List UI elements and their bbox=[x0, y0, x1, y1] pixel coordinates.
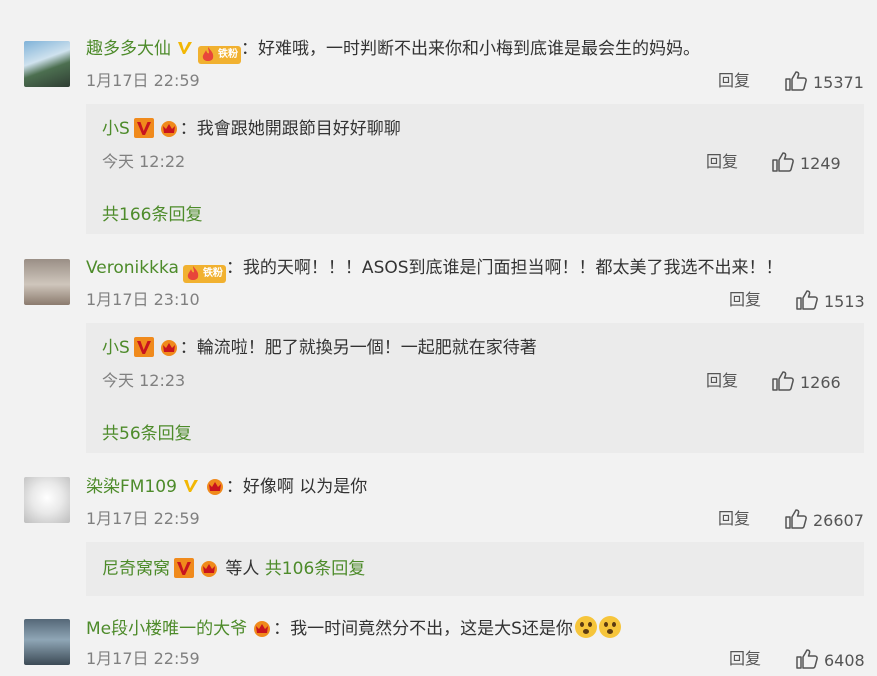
verified-v-icon bbox=[183, 480, 198, 492]
verified-v-icon bbox=[178, 42, 192, 54]
like-button[interactable]: 1266 bbox=[772, 371, 841, 393]
comment-line: Me段小楼唯一的大爷 ：我一时间竟然分不出，这是大S还是你 bbox=[86, 616, 621, 640]
username-link[interactable]: 趣多多大仙 bbox=[86, 39, 171, 59]
reply-timestamp: 今天 12:23 bbox=[102, 371, 186, 390]
username-link[interactable]: 染染FM109 bbox=[86, 477, 177, 497]
comment-text: ：我的天啊！！！ASOS到底谁是门面担当啊！！都太美了我选不出来！！ bbox=[225, 258, 783, 278]
username-link[interactable]: Me段小楼唯一的大爷 bbox=[86, 619, 247, 639]
comment-line: Veronikkka 铁粉 ：我的天啊！！！ASOS到底谁是门面担当啊！！都太美了我… bbox=[86, 257, 783, 283]
comment-text: ：好难哦，一时判断不出来你和小梅到底谁是最会生的妈妈。 bbox=[241, 39, 700, 59]
thumbs-up-icon bbox=[785, 509, 807, 529]
more-replies-link[interactable]: 共56条回复 bbox=[102, 419, 192, 444]
reply-button[interactable]: 回复 bbox=[706, 152, 738, 172]
reply-summary-box: 尼奇窝窝 等人 共106条回复 bbox=[86, 542, 864, 596]
vip-crown-icon bbox=[160, 340, 177, 356]
reply-username-link[interactable]: 尼奇窝窝 bbox=[102, 559, 170, 579]
comment-timestamp: 1月17日 22:59 bbox=[86, 71, 200, 90]
verified-v-icon bbox=[174, 558, 194, 578]
reply-button[interactable]: 回复 bbox=[718, 509, 750, 529]
comment-text: ：好像啊 以为是你 bbox=[225, 477, 368, 497]
comment-timestamp: 1月17日 22:59 bbox=[86, 509, 200, 528]
vip-crown-icon bbox=[201, 561, 217, 577]
vip-crown-icon bbox=[254, 621, 271, 637]
avatar[interactable] bbox=[24, 259, 70, 305]
comment-timestamp: 1月17日 22:59 bbox=[86, 649, 200, 668]
more-replies-link[interactable]: 共166条回复 bbox=[102, 200, 202, 225]
thumbs-up-icon bbox=[772, 371, 794, 391]
vip-crown-icon bbox=[206, 479, 223, 495]
like-count: 6408 bbox=[824, 651, 865, 670]
like-count: 1266 bbox=[800, 373, 841, 392]
reply-username-link[interactable]: 小S bbox=[102, 119, 130, 139]
reply-line: 小S ：我會跟她開跟節目好好聊聊 bbox=[102, 118, 401, 140]
comment-list: 趣多多大仙 铁粉 ：好难哦，一时判断不出来你和小梅到底谁是最会生的妈妈。 1月17日… bbox=[0, 0, 877, 676]
avatar[interactable] bbox=[24, 477, 70, 523]
reply-username-link[interactable]: 小S bbox=[102, 338, 130, 358]
more-replies-link[interactable]: 共106条回复 bbox=[265, 559, 365, 579]
like-count: 26607 bbox=[813, 511, 864, 530]
fire-icon bbox=[202, 47, 214, 61]
comment-text: ：我一时间竟然分不出，这是大S还是你 bbox=[273, 619, 573, 639]
reply-text: ：我會跟她開跟節目好好聊聊 bbox=[179, 119, 401, 139]
fan-medal-badge: 铁粉 bbox=[198, 46, 241, 64]
like-count: 1249 bbox=[800, 154, 841, 173]
like-count: 1513 bbox=[824, 292, 865, 311]
thumbs-up-icon bbox=[796, 649, 818, 669]
reply-summary-line: 尼奇窝窝 等人 共106条回复 bbox=[102, 558, 365, 580]
username-link[interactable]: Veronikkka bbox=[86, 258, 179, 278]
surprised-emoji-icon bbox=[574, 616, 597, 638]
surprised-emoji-icon bbox=[598, 616, 621, 638]
avatar[interactable] bbox=[24, 619, 70, 665]
avatar[interactable] bbox=[24, 41, 70, 87]
reply-box: 小S ：我會跟她開跟節目好好聊聊 今天 12:22 回复 1249 共166条回复 bbox=[86, 104, 864, 234]
thumbs-up-icon bbox=[785, 71, 807, 91]
reply-box: 小S ：輪流啦！肥了就換另一個！一起肥就在家待著 今天 12:23 回复 1266… bbox=[86, 323, 864, 453]
reply-button[interactable]: 回复 bbox=[729, 290, 761, 310]
fan-medal-badge: 铁粉 bbox=[182, 265, 226, 283]
fire-icon bbox=[187, 266, 199, 280]
reply-button[interactable]: 回复 bbox=[729, 649, 761, 669]
like-button[interactable]: 26607 bbox=[785, 509, 864, 531]
reply-button[interactable]: 回复 bbox=[718, 71, 750, 91]
like-count: 15371 bbox=[813, 73, 864, 92]
like-button[interactable]: 1513 bbox=[796, 290, 865, 312]
reply-text: ：輪流啦！肥了就換另一個！一起肥就在家待著 bbox=[179, 338, 537, 358]
comment-timestamp: 1月17日 23:10 bbox=[86, 290, 200, 309]
vip-crown-icon bbox=[160, 121, 177, 137]
thumbs-up-icon bbox=[796, 290, 818, 310]
reply-button[interactable]: 回复 bbox=[706, 371, 738, 391]
thumbs-up-icon bbox=[772, 152, 794, 172]
reply-line: 小S ：輪流啦！肥了就換另一個！一起肥就在家待著 bbox=[102, 337, 537, 359]
comment-line: 趣多多大仙 铁粉 ：好难哦，一时判断不出来你和小梅到底谁是最会生的妈妈。 bbox=[86, 38, 700, 64]
verified-v-icon bbox=[133, 118, 154, 138]
like-button[interactable]: 15371 bbox=[785, 71, 864, 93]
reply-timestamp: 今天 12:22 bbox=[102, 152, 186, 171]
verified-v-icon bbox=[133, 337, 154, 357]
comment-line: 染染FM109 ：好像啊 以为是你 bbox=[86, 476, 367, 498]
like-button[interactable]: 6408 bbox=[796, 649, 865, 671]
reply-summary-text: 等人 bbox=[225, 559, 260, 579]
like-button[interactable]: 1249 bbox=[772, 152, 841, 174]
